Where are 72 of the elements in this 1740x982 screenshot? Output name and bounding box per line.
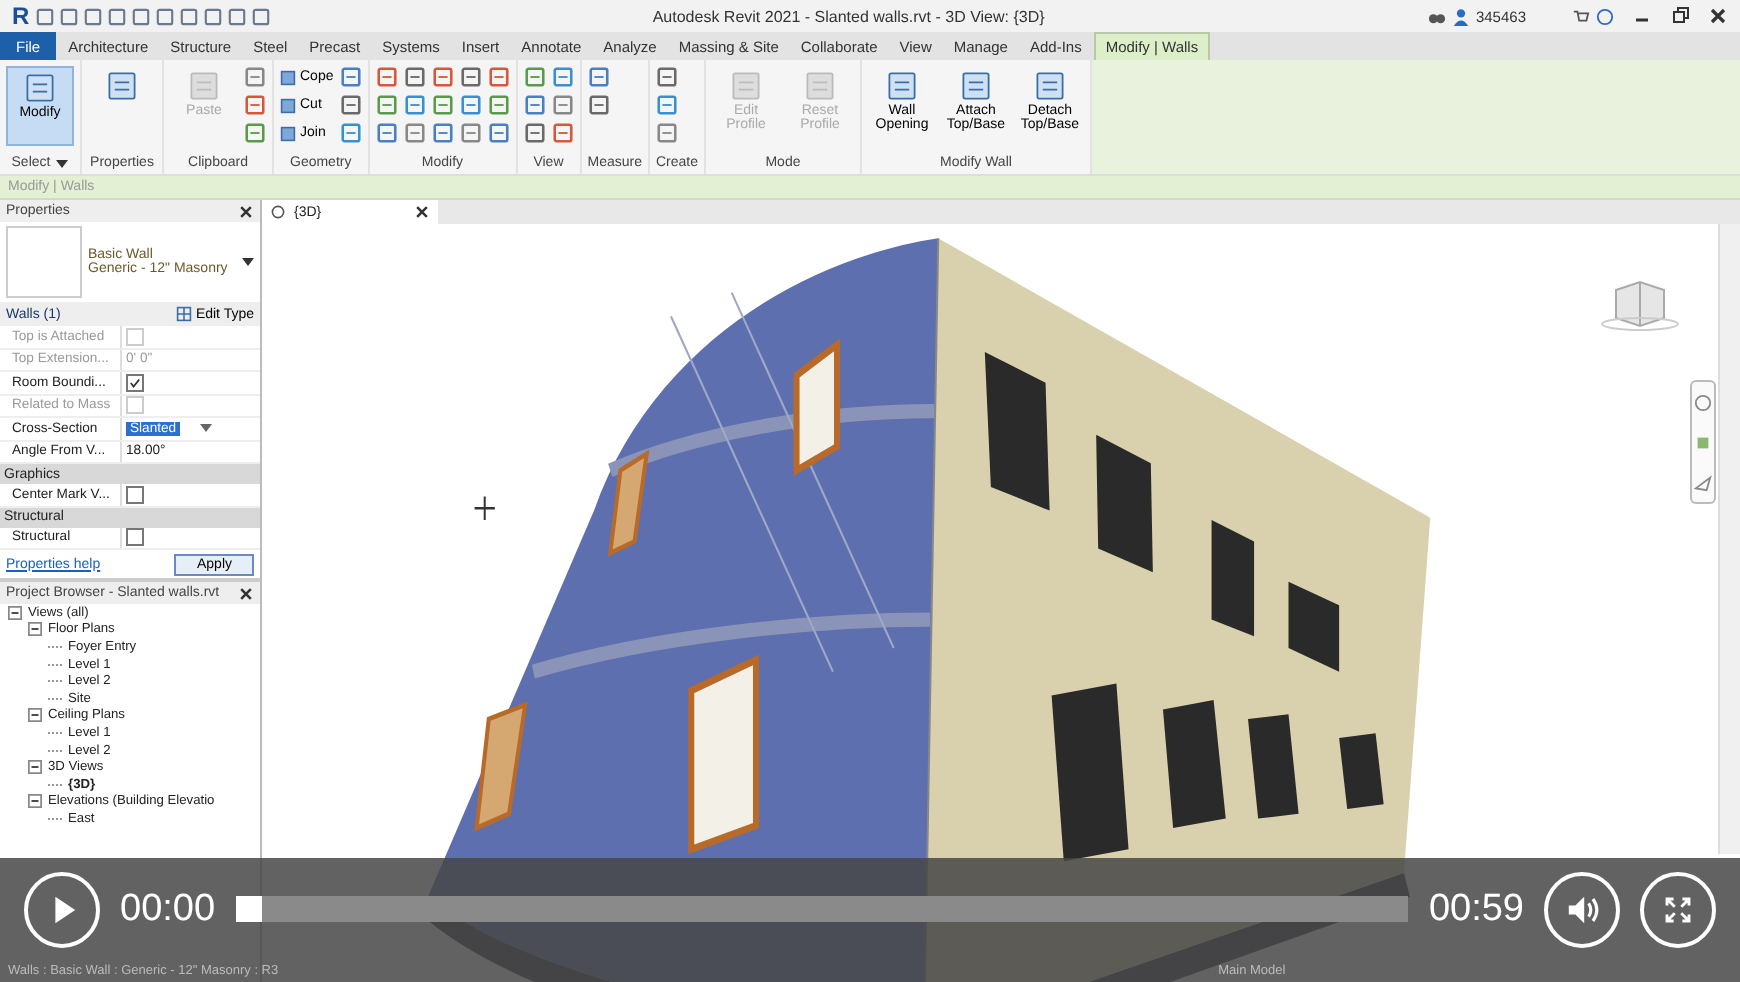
cursor-crosshair-icon [473, 495, 496, 522]
tool-icon[interactable] [551, 94, 574, 116]
tool-icon[interactable] [375, 94, 398, 116]
tool-icon[interactable] [403, 94, 426, 116]
tool-icon [1031, 67, 1068, 103]
progress-track[interactable] [235, 896, 1409, 922]
close-icon[interactable] [1708, 6, 1728, 26]
window-title: Autodesk Revit 2021 - Slanted walls.rvt - 3D View: {3D} [650, 7, 1047, 25]
tool-icon[interactable] [459, 66, 482, 88]
tool-icon[interactable] [403, 66, 426, 88]
expander-icon[interactable] [28, 760, 42, 775]
play-button[interactable] [24, 871, 100, 947]
tool-icon[interactable] [487, 66, 510, 88]
tool-icon[interactable] [431, 122, 454, 144]
tool-icon[interactable] [339, 66, 362, 88]
tool-icon[interactable] [551, 122, 574, 144]
tool-icon[interactable] [487, 94, 510, 116]
tool-icon[interactable] [551, 66, 574, 88]
current-time: 00:00 [120, 887, 216, 931]
tool-icon[interactable] [244, 122, 266, 144]
fullscreen-button[interactable] [1640, 871, 1716, 947]
scrollbar[interactable] [1718, 224, 1740, 854]
tool-icon[interactable] [587, 94, 610, 116]
tool-icon [22, 69, 58, 105]
expander-icon[interactable] [8, 605, 22, 620]
expander-icon[interactable] [28, 708, 42, 723]
progress-thumb[interactable] [235, 896, 262, 922]
caret-icon [242, 258, 254, 266]
tool-icon[interactable] [339, 94, 362, 116]
checkbox[interactable] [126, 373, 144, 392]
grid-icon [175, 306, 192, 322]
checkbox[interactable] [126, 528, 144, 547]
tool-icon [186, 67, 222, 103]
tool-icon[interactable] [655, 94, 678, 116]
navigation-bar[interactable] [1690, 380, 1716, 504]
app-logo: R [12, 2, 30, 30]
tool-icon[interactable] [375, 122, 398, 144]
tool-icon [957, 67, 994, 103]
tool-icon[interactable] [459, 94, 482, 116]
tool-icon[interactable] [487, 122, 510, 144]
close-icon[interactable] [238, 585, 254, 601]
tool-icon[interactable] [403, 122, 426, 144]
tool-icon [727, 67, 764, 103]
tool-icon[interactable] [244, 66, 266, 88]
tool-icon[interactable] [375, 66, 398, 88]
duration: 00:59 [1428, 887, 1524, 931]
tool-icon[interactable] [655, 122, 678, 144]
tool-icon[interactable] [244, 94, 266, 116]
expander-icon[interactable] [28, 794, 42, 809]
tool-icon[interactable] [459, 122, 482, 144]
tool-icon [883, 67, 920, 103]
expander-icon[interactable] [28, 622, 42, 637]
tool-icon[interactable] [431, 94, 454, 116]
checkbox[interactable] [126, 485, 144, 504]
cart-icon[interactable] [1572, 7, 1590, 25]
tool-icon[interactable] [523, 94, 546, 116]
tool-icon [104, 67, 140, 103]
restore-icon[interactable] [1670, 6, 1690, 26]
caret-icon [200, 424, 213, 433]
close-icon[interactable] [238, 203, 254, 219]
tool-icon[interactable] [655, 66, 678, 88]
tool-icon[interactable] [523, 66, 546, 88]
caret-icon[interactable] [56, 159, 69, 167]
tool-icon[interactable] [339, 122, 362, 144]
close-icon[interactable] [414, 204, 430, 220]
tool-icon[interactable] [431, 66, 454, 88]
volume-button[interactable] [1544, 871, 1620, 947]
type-preview [6, 226, 82, 298]
tool-icon [801, 67, 838, 103]
user-icon[interactable] [1451, 7, 1470, 25]
tool-icon[interactable] [587, 66, 610, 88]
tool-icon[interactable] [523, 122, 546, 144]
